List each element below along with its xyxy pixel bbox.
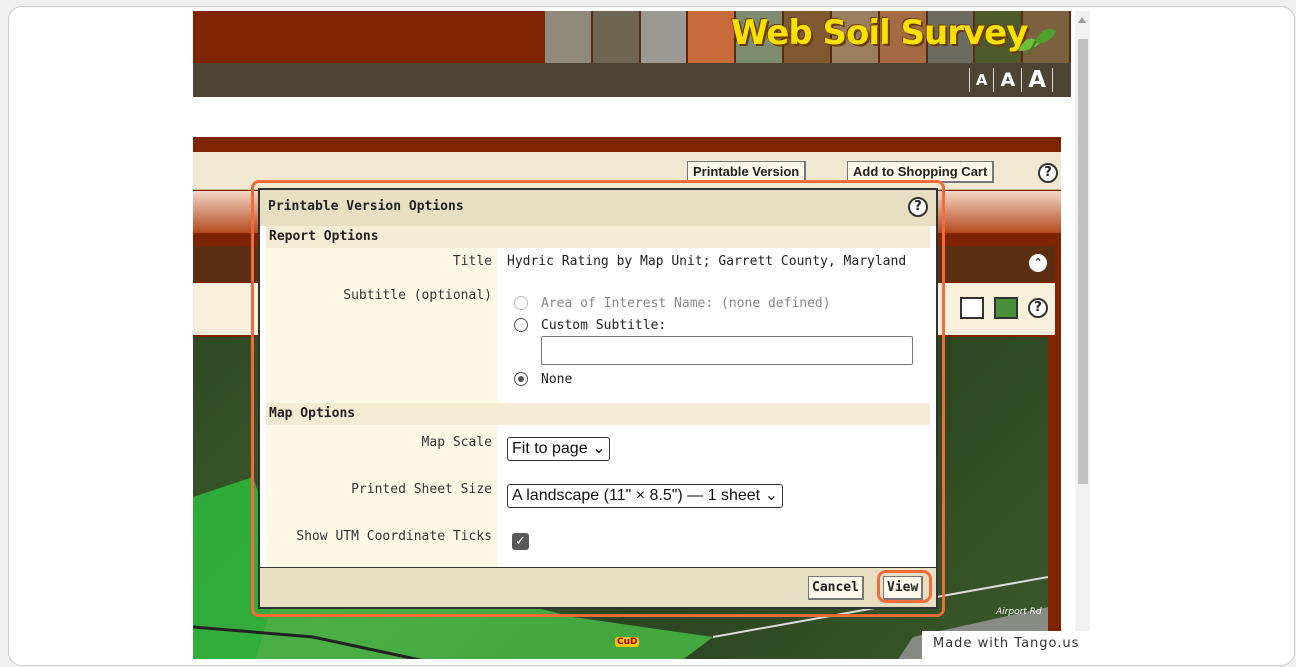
scroll-up-icon[interactable]: [1078, 17, 1086, 23]
font-size-small-button[interactable]: A: [976, 67, 988, 93]
utm-ticks-row: Show UTM Coordinate Ticks ✓: [266, 521, 930, 567]
divider: [993, 68, 995, 92]
map-unit-label: CuD: [615, 637, 640, 647]
banner-tile: [688, 11, 737, 63]
none-option: None: [507, 368, 930, 390]
chevron-down-icon: ⌄: [592, 440, 606, 457]
map-scale-row: Map Scale Fit to page ⌄: [266, 425, 930, 474]
site-title[interactable]: Web Soil Survey: [731, 13, 1028, 53]
printable-version-options-dialog: Printable Version Options ? Report Optio…: [258, 188, 938, 609]
title-label: Title: [266, 248, 498, 282]
subtitle-options: Area of Interest Name: (none defined) Cu…: [498, 282, 930, 403]
legend-layout-icon[interactable]: [960, 297, 984, 319]
utm-ticks-label: Show UTM Coordinate Ticks: [266, 521, 498, 567]
header-toolbar: A A A: [193, 63, 1071, 97]
custom-subtitle-input[interactable]: [541, 336, 913, 365]
divider: [1052, 68, 1053, 92]
font-size-large-button[interactable]: A: [1028, 67, 1046, 93]
banner-tile: [592, 11, 641, 63]
aoi-radio[interactable]: [514, 296, 528, 310]
utm-ticks-cell: ✓: [498, 521, 930, 567]
site-header: Web Soil Survey: [193, 11, 1071, 63]
divider: [1021, 68, 1023, 92]
road-label: Airport Rd: [996, 607, 1042, 617]
title-row: Title Hydric Rating by Map Unit; Garrett…: [266, 248, 930, 282]
sheet-size-row: Printed Sheet Size A landscape (11" × 8.…: [266, 474, 930, 521]
title-value: Hydric Rating by Map Unit; Garrett Count…: [507, 254, 907, 269]
subtitle-row: Subtitle (optional) Area of Interest Nam…: [266, 282, 930, 403]
aoi-option: Area of Interest Name: (none defined): [507, 292, 930, 314]
collapse-icon[interactable]: ⌃: [1029, 254, 1047, 272]
map-options-heading: Map Options: [266, 403, 930, 425]
view-button-highlight: [877, 570, 932, 603]
scrollbar-thumb[interactable]: [1078, 39, 1088, 484]
cancel-button[interactable]: Cancel: [808, 576, 864, 600]
chevron-down-icon: ⌄: [764, 487, 778, 504]
custom-subtitle-label: Custom Subtitle:: [541, 317, 667, 333]
map-layout-icon[interactable]: [994, 297, 1018, 319]
help-icon[interactable]: ?: [1028, 298, 1048, 318]
help-icon[interactable]: ?: [908, 197, 928, 217]
map-scale-cell: Fit to page ⌄: [498, 425, 930, 474]
sheet-size-label: Printed Sheet Size: [266, 474, 498, 521]
aoi-label: Area of Interest Name: (none defined): [541, 295, 831, 311]
scrollbar[interactable]: [1075, 11, 1090, 659]
font-size-medium-button[interactable]: A: [1000, 67, 1015, 93]
banner-tile: [640, 11, 689, 63]
utm-ticks-checkbox[interactable]: ✓: [512, 533, 529, 550]
none-radio[interactable]: [514, 372, 528, 386]
dialog-footer: Cancel View: [260, 567, 936, 607]
subtitle-label: Subtitle (optional): [266, 282, 498, 403]
help-icon[interactable]: ?: [1038, 163, 1058, 183]
tango-watermark: Made with Tango.us: [922, 631, 1100, 659]
seedling-icon: [1018, 28, 1056, 55]
map-scale-label: Map Scale: [266, 425, 498, 474]
custom-subtitle-option: Custom Subtitle:: [507, 314, 930, 336]
dialog-title-bar: Printable Version Options ?: [260, 190, 936, 226]
custom-subtitle-radio[interactable]: [514, 318, 528, 332]
divider: [968, 68, 970, 92]
dialog-title: Printable Version Options: [268, 199, 464, 214]
banner-tile: [545, 11, 593, 63]
none-label: None: [541, 371, 573, 387]
sheet-size-select[interactable]: A landscape (11" × 8.5") — 1 sheet ⌄: [507, 484, 783, 508]
font-size-controls: A A A: [963, 67, 1059, 93]
report-options-heading: Report Options: [266, 226, 930, 248]
sheet-size-cell: A landscape (11" × 8.5") — 1 sheet ⌄: [498, 474, 930, 521]
map-scale-select[interactable]: Fit to page ⌄: [507, 437, 611, 461]
